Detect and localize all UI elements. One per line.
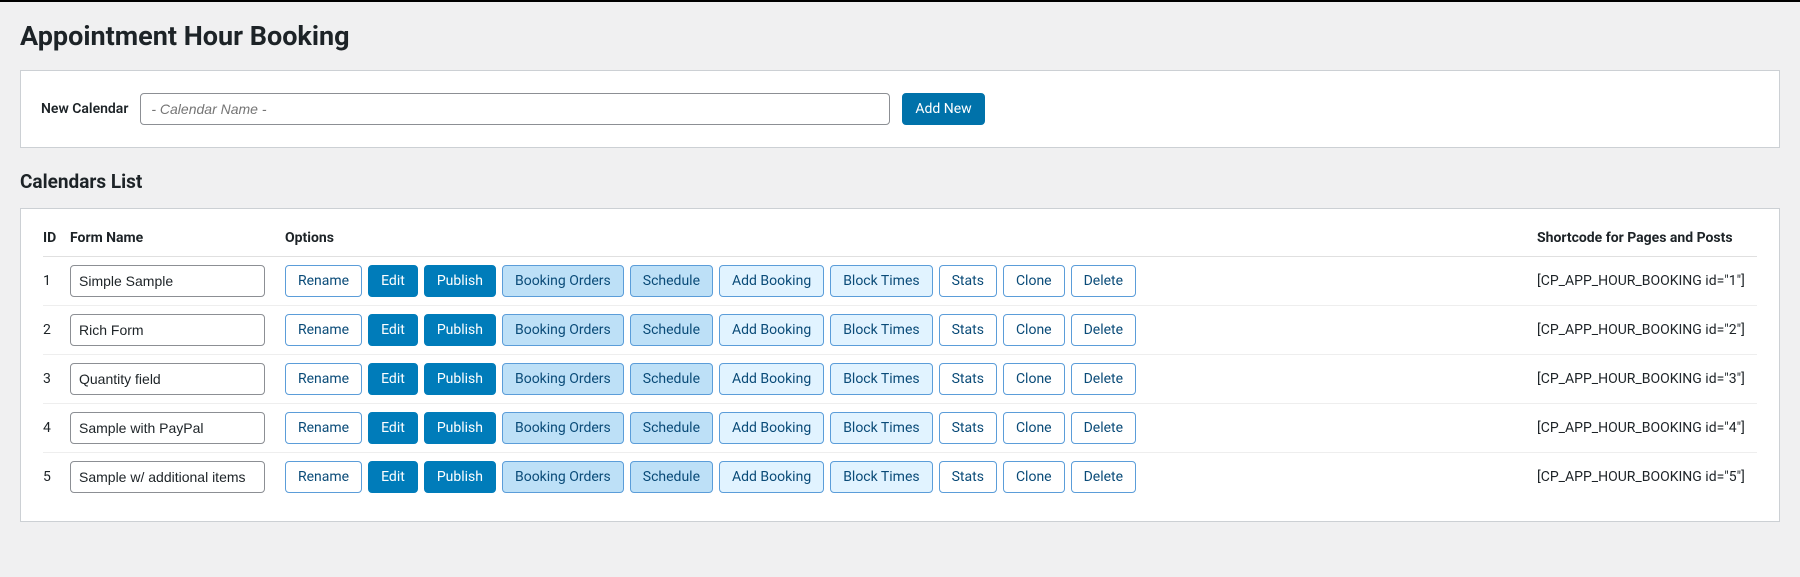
row-id: 3 <box>43 371 70 387</box>
rename-button[interactable]: Rename <box>285 314 362 346</box>
row-shortcode: [CP_APP_HOUR_BOOKING id="1"] <box>1537 273 1757 289</box>
new-calendar-input[interactable] <box>140 93 890 125</box>
booking-orders-button[interactable]: Booking Orders <box>502 265 624 297</box>
th-options: Options <box>285 230 1537 246</box>
new-calendar-label: New Calendar <box>41 101 128 117</box>
rename-button[interactable]: Rename <box>285 265 362 297</box>
row-shortcode: [CP_APP_HOUR_BOOKING id="4"] <box>1537 420 1757 436</box>
th-name: Form Name <box>70 230 285 246</box>
table-row: 4 RenameEditPublishBooking OrdersSchedule… <box>43 404 1757 453</box>
th-shortcode: Shortcode for Pages and Posts <box>1537 230 1757 246</box>
stats-button[interactable]: Stats <box>939 363 997 395</box>
stats-button[interactable]: Stats <box>939 265 997 297</box>
rename-button[interactable]: Rename <box>285 363 362 395</box>
block-times-button[interactable]: Block Times <box>830 412 932 444</box>
publish-button[interactable]: Publish <box>424 412 496 444</box>
delete-button[interactable]: Delete <box>1071 363 1136 395</box>
delete-button[interactable]: Delete <box>1071 265 1136 297</box>
block-times-button[interactable]: Block Times <box>830 363 932 395</box>
row-id: 4 <box>43 420 70 436</box>
form-name-input[interactable] <box>70 314 265 346</box>
publish-button[interactable]: Publish <box>424 314 496 346</box>
section-title: Calendars List <box>20 170 1780 193</box>
clone-button[interactable]: Clone <box>1003 265 1065 297</box>
row-id: 1 <box>43 273 70 289</box>
schedule-button[interactable]: Schedule <box>630 265 713 297</box>
form-name-input[interactable] <box>70 412 265 444</box>
block-times-button[interactable]: Block Times <box>830 461 932 493</box>
publish-button[interactable]: Publish <box>424 363 496 395</box>
clone-button[interactable]: Clone <box>1003 363 1065 395</box>
row-id: 5 <box>43 469 70 485</box>
clone-button[interactable]: Clone <box>1003 412 1065 444</box>
edit-button[interactable]: Edit <box>368 461 418 493</box>
stats-button[interactable]: Stats <box>939 314 997 346</box>
booking-orders-button[interactable]: Booking Orders <box>502 461 624 493</box>
schedule-button[interactable]: Schedule <box>630 412 713 444</box>
block-times-button[interactable]: Block Times <box>830 265 932 297</box>
schedule-button[interactable]: Schedule <box>630 461 713 493</box>
add-booking-button[interactable]: Add Booking <box>719 363 824 395</box>
edit-button[interactable]: Edit <box>368 265 418 297</box>
table-row: 3 RenameEditPublishBooking OrdersSchedule… <box>43 355 1757 404</box>
table-row: 1 RenameEditPublishBooking OrdersSchedule… <box>43 257 1757 306</box>
schedule-button[interactable]: Schedule <box>630 314 713 346</box>
table-row: 5 RenameEditPublishBooking OrdersSchedule… <box>43 453 1757 501</box>
delete-button[interactable]: Delete <box>1071 314 1136 346</box>
rename-button[interactable]: Rename <box>285 412 362 444</box>
row-shortcode: [CP_APP_HOUR_BOOKING id="2"] <box>1537 322 1757 338</box>
clone-button[interactable]: Clone <box>1003 314 1065 346</box>
table-row: 2 RenameEditPublishBooking OrdersSchedule… <box>43 306 1757 355</box>
page-title: Appointment Hour Booking <box>20 20 1780 52</box>
edit-button[interactable]: Edit <box>368 412 418 444</box>
delete-button[interactable]: Delete <box>1071 412 1136 444</box>
clone-button[interactable]: Clone <box>1003 461 1065 493</box>
edit-button[interactable]: Edit <box>368 363 418 395</box>
row-shortcode: [CP_APP_HOUR_BOOKING id="3"] <box>1537 371 1757 387</box>
publish-button[interactable]: Publish <box>424 461 496 493</box>
row-shortcode: [CP_APP_HOUR_BOOKING id="5"] <box>1537 469 1757 485</box>
th-id: ID <box>43 230 70 246</box>
add-booking-button[interactable]: Add Booking <box>719 461 824 493</box>
booking-orders-button[interactable]: Booking Orders <box>502 363 624 395</box>
stats-button[interactable]: Stats <box>939 461 997 493</box>
add-new-button[interactable]: Add New <box>902 93 984 125</box>
edit-button[interactable]: Edit <box>368 314 418 346</box>
calendars-list-card: ID Form Name Options Shortcode for Pages… <box>20 208 1780 522</box>
rename-button[interactable]: Rename <box>285 461 362 493</box>
delete-button[interactable]: Delete <box>1071 461 1136 493</box>
form-name-input[interactable] <box>70 363 265 395</box>
form-name-input[interactable] <box>70 265 265 297</box>
add-booking-button[interactable]: Add Booking <box>719 412 824 444</box>
row-id: 2 <box>43 322 70 338</box>
table-header: ID Form Name Options Shortcode for Pages… <box>43 224 1757 257</box>
stats-button[interactable]: Stats <box>939 412 997 444</box>
form-name-input[interactable] <box>70 461 265 493</box>
booking-orders-button[interactable]: Booking Orders <box>502 314 624 346</box>
add-booking-button[interactable]: Add Booking <box>719 314 824 346</box>
new-calendar-card: New Calendar Add New <box>20 70 1780 148</box>
booking-orders-button[interactable]: Booking Orders <box>502 412 624 444</box>
publish-button[interactable]: Publish <box>424 265 496 297</box>
block-times-button[interactable]: Block Times <box>830 314 932 346</box>
add-booking-button[interactable]: Add Booking <box>719 265 824 297</box>
schedule-button[interactable]: Schedule <box>630 363 713 395</box>
